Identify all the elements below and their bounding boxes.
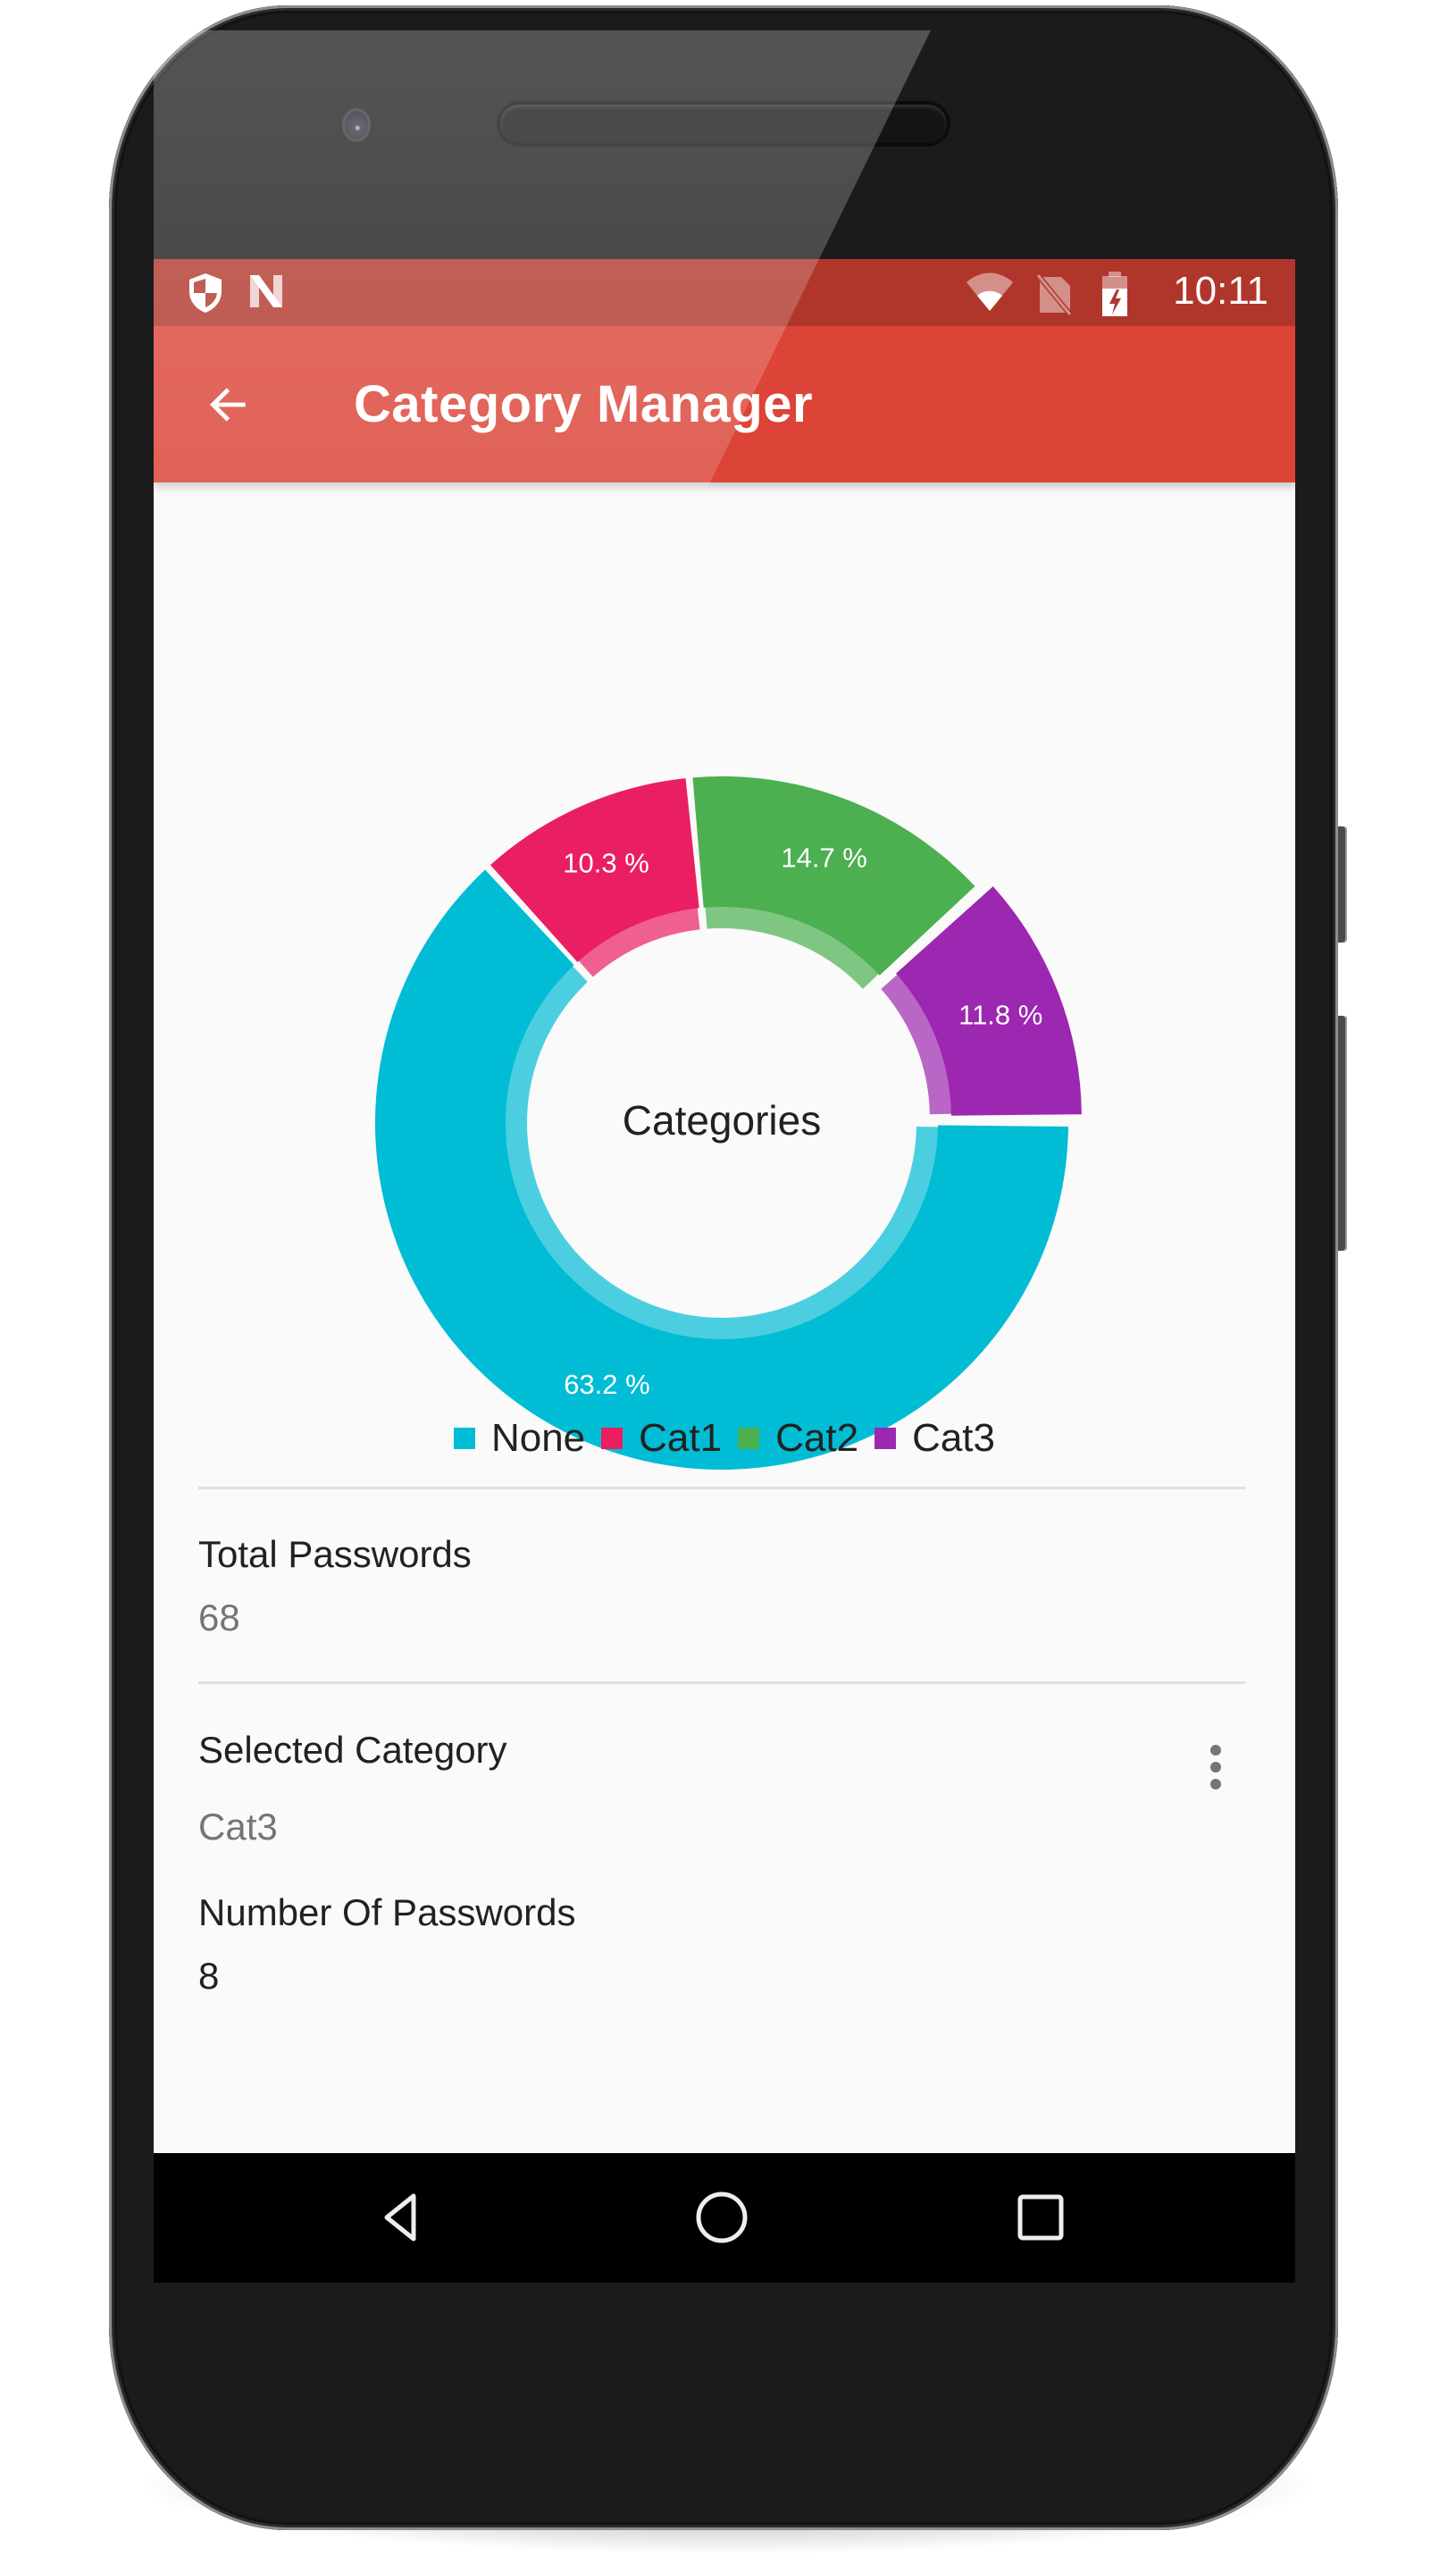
legend-label: Cat1 (639, 1416, 723, 1460)
number-of-passwords-label: Number Of Passwords (198, 1891, 576, 1933)
volume-rocker (1338, 1016, 1347, 1251)
chart-legend: None Cat1 Cat2 Cat3 (154, 1412, 1295, 1465)
arrow-back-icon[interactable] (204, 380, 254, 430)
legend-item-cat1: Cat1 (601, 1416, 722, 1461)
legend-label: Cat2 (775, 1416, 859, 1460)
toolbar: Category Manager (154, 326, 1295, 482)
android-n-icon (250, 275, 282, 307)
legend-label: None (490, 1416, 586, 1460)
wifi-icon (966, 272, 1013, 311)
status-bar: 10:11 (154, 259, 1295, 326)
legend-item-none: None (453, 1416, 586, 1461)
screen: 10:11 Category Manager 63.2 % 10.3 % 14.7 … (154, 259, 1295, 2283)
divider (198, 1487, 1245, 1489)
home-circle-icon[interactable] (690, 2185, 754, 2250)
selected-category-label: Selected Category (198, 1729, 507, 1771)
legend-swatch (453, 1428, 475, 1449)
slice-label-cat1: 10.3 % (563, 847, 649, 878)
power-button (1338, 826, 1347, 943)
number-of-passwords-value: 8 (198, 1955, 220, 1997)
divider (198, 1681, 1245, 1684)
legend-label: Cat3 (912, 1416, 996, 1460)
navigation-bar (154, 2153, 1295, 2283)
selected-category-value: Cat3 (198, 1806, 278, 1848)
earpiece-speaker (500, 105, 947, 143)
recents-square-icon[interactable] (1008, 2185, 1073, 2250)
back-triangle-icon[interactable] (369, 2185, 433, 2250)
battery-charging-icon (1102, 272, 1127, 316)
more-vert-icon[interactable] (1194, 1731, 1237, 1802)
front-camera (345, 111, 368, 139)
legend-item-cat3: Cat3 (874, 1416, 995, 1461)
no-sim-icon (1035, 273, 1073, 316)
total-passwords-label: Total Passwords (198, 1533, 472, 1575)
slice-label-cat3: 11.8 % (958, 1000, 1042, 1031)
legend-swatch (874, 1428, 897, 1449)
total-passwords-value: 68 (198, 1597, 240, 1639)
legend-item-cat2: Cat2 (738, 1416, 858, 1461)
shield-icon (189, 273, 222, 313)
legend-swatch (601, 1428, 623, 1449)
legend-swatch (738, 1428, 760, 1449)
status-time: 10:11 (1173, 269, 1268, 313)
slice-label-none: 63.2 % (564, 1369, 650, 1400)
page-title: Category Manager (354, 375, 814, 433)
chart-center-text: Categories (623, 1097, 821, 1144)
slice-label-cat2: 14.7 % (781, 842, 867, 873)
